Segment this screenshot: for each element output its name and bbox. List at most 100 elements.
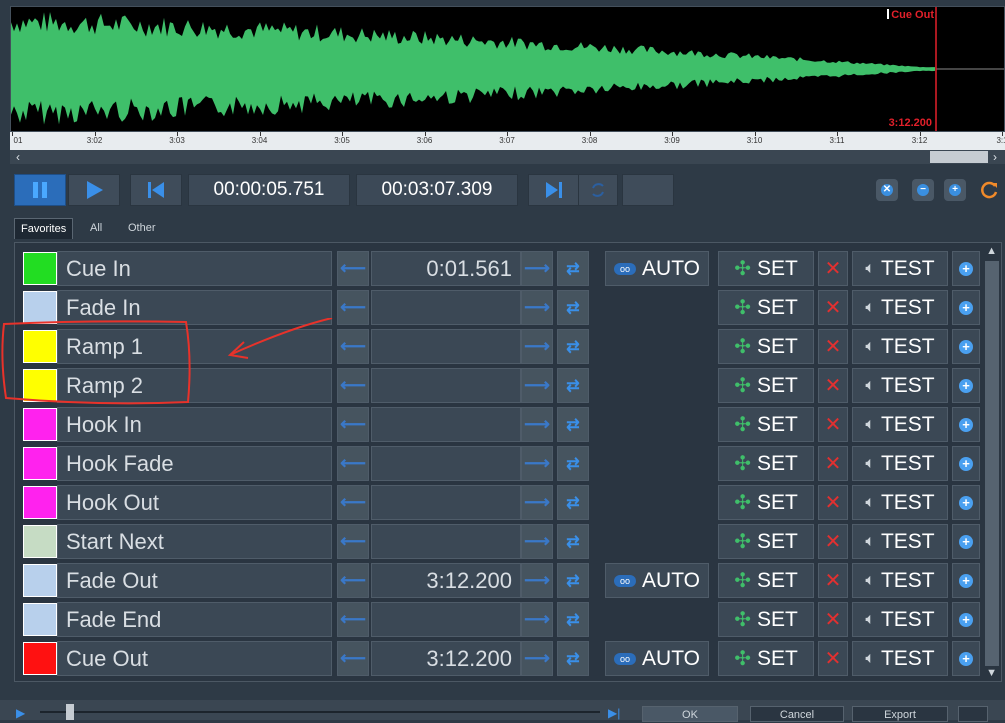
waveform-scrollbar[interactable]: ‹ › [10,150,1005,164]
nudge-right-button[interactable]: ⟶ [521,563,553,598]
set-button[interactable]: ✣ SET [718,290,814,325]
set-button[interactable]: ✣ SET [718,446,814,481]
marker-color-swatch[interactable] [23,252,57,285]
nudge-left-button[interactable]: ⟵ [337,602,369,637]
add-button[interactable]: + [952,251,980,286]
test-button[interactable]: 🔈︎ TEST [852,563,948,598]
marker-color-swatch[interactable] [23,291,57,324]
add-button[interactable]: + [952,329,980,364]
auto-button[interactable]: oo AUTO [605,251,709,286]
zoom-out-button[interactable]: − [912,179,934,201]
nudge-right-button[interactable]: ⟶ [521,368,553,403]
nudge-right-button[interactable]: ⟶ [521,641,553,676]
loop-button[interactable] [578,174,618,206]
marker-color-swatch[interactable] [23,486,57,519]
set-button[interactable]: ✣ SET [718,407,814,442]
swap-button[interactable]: ⇄ [557,251,589,286]
list-scroll-down-icon[interactable]: ▼ [986,667,997,679]
marker-color-swatch[interactable] [23,525,57,558]
nudge-left-button[interactable]: ⟵ [337,641,369,676]
delete-button[interactable]: ✕ [818,446,848,481]
delete-button[interactable]: ✕ [818,329,848,364]
test-button[interactable]: 🔈︎ TEST [852,368,948,403]
nudge-right-button[interactable]: ⟶ [521,524,553,559]
swap-button[interactable]: ⇄ [557,641,589,676]
pause-button[interactable] [14,174,66,206]
set-button[interactable]: ✣ SET [718,563,814,598]
add-button[interactable]: + [952,446,980,481]
test-button[interactable]: 🔈︎ TEST [852,602,948,637]
test-button[interactable]: 🔈︎ TEST [852,251,948,286]
bottom-skip-icon[interactable]: ▶| [608,706,620,720]
test-button[interactable]: 🔈︎ TEST [852,407,948,442]
nudge-right-button[interactable]: ⟶ [521,446,553,481]
add-button[interactable]: + [952,602,980,637]
swap-button[interactable]: ⇄ [557,563,589,598]
set-button[interactable]: ✣ SET [718,329,814,364]
swap-button[interactable]: ⇄ [557,602,589,637]
delete-button[interactable]: ✕ [818,290,848,325]
volume-slider-track[interactable] [40,711,600,713]
nudge-left-button[interactable]: ⟵ [337,407,369,442]
set-button[interactable]: ✣ SET [718,602,814,637]
set-button[interactable]: ✣ SET [718,641,814,676]
add-button[interactable]: + [952,563,980,598]
auto-button[interactable]: oo AUTO [605,563,709,598]
auto-button[interactable]: oo AUTO [605,641,709,676]
add-button[interactable]: + [952,407,980,442]
swap-button[interactable]: ⇄ [557,407,589,442]
blank-button[interactable] [622,174,674,206]
nudge-left-button[interactable]: ⟵ [337,368,369,403]
test-button[interactable]: 🔈︎ TEST [852,290,948,325]
test-button[interactable]: 🔈︎ TEST [852,329,948,364]
add-button[interactable]: + [952,368,980,403]
set-button[interactable]: ✣ SET [718,524,814,559]
tab-other[interactable]: Other [122,218,162,238]
nudge-left-button[interactable]: ⟵ [337,290,369,325]
nudge-right-button[interactable]: ⟶ [521,329,553,364]
list-scrollbar[interactable] [985,261,999,666]
delete-button[interactable]: ✕ [818,524,848,559]
set-button[interactable]: ✣ SET [718,485,814,520]
bottom-play-icon[interactable]: ▶ [16,706,25,720]
delete-button[interactable]: ✕ [818,602,848,637]
swap-button[interactable]: ⇄ [557,329,589,364]
marker-color-swatch[interactable] [23,603,57,636]
skip-to-start-button[interactable] [130,174,182,206]
swap-button[interactable]: ⇄ [557,485,589,520]
marker-color-swatch[interactable] [23,564,57,597]
scroll-left-icon[interactable]: ‹ [16,150,20,164]
marker-color-swatch[interactable] [23,330,57,363]
list-scroll-up-icon[interactable]: ▲ [986,245,997,257]
zoom-fit-button[interactable]: ✕ [876,179,898,201]
nudge-left-button[interactable]: ⟵ [337,446,369,481]
add-button[interactable]: + [952,641,980,676]
tab-favorites[interactable]: Favorites [14,218,74,239]
add-button[interactable]: + [952,485,980,520]
delete-button[interactable]: ✕ [818,563,848,598]
swap-button[interactable]: ⇄ [557,446,589,481]
delete-button[interactable]: ✕ [818,407,848,442]
nudge-left-button[interactable]: ⟵ [337,251,369,286]
swap-button[interactable]: ⇄ [557,524,589,559]
marker-color-swatch[interactable] [23,642,57,675]
nudge-left-button[interactable]: ⟵ [337,485,369,520]
nudge-right-button[interactable]: ⟶ [521,290,553,325]
nudge-right-button[interactable]: ⟶ [521,602,553,637]
marker-color-swatch[interactable] [23,447,57,480]
scroll-thumb[interactable] [930,151,988,163]
add-button[interactable]: + [952,290,980,325]
tab-all[interactable]: All [84,218,108,238]
delete-button[interactable]: ✕ [818,641,848,676]
volume-slider-thumb[interactable] [66,704,74,720]
waveform-display[interactable]: Cue Out 3:12.200 [10,6,1005,132]
test-button[interactable]: 🔈︎ TEST [852,485,948,520]
zoom-in-button[interactable]: + [944,179,966,201]
delete-button[interactable]: ✕ [818,485,848,520]
marker-color-swatch[interactable] [23,369,57,402]
delete-button[interactable]: ✕ [818,251,848,286]
nudge-left-button[interactable]: ⟵ [337,329,369,364]
set-button[interactable]: ✣ SET [718,368,814,403]
marker-color-swatch[interactable] [23,408,57,441]
swap-button[interactable]: ⇄ [557,290,589,325]
